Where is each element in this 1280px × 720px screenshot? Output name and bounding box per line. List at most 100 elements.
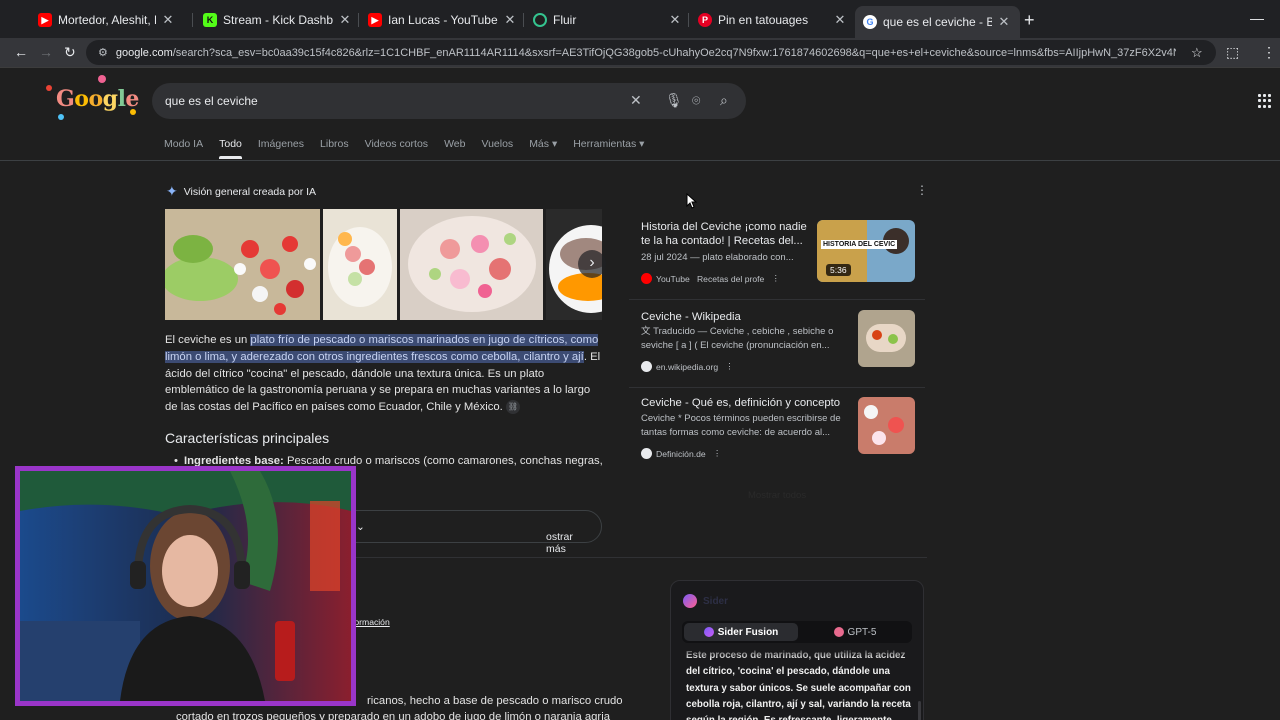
ceviche-image[interactable] xyxy=(323,209,397,320)
tab-sider-fusion[interactable]: Sider Fusion xyxy=(684,623,798,641)
minimize-icon[interactable]: — xyxy=(1250,10,1264,26)
profile-icon[interactable]: ⋮ xyxy=(1262,44,1276,61)
forward-icon[interactable]: → xyxy=(39,44,53,60)
more-options-icon: ⋮ xyxy=(712,448,722,458)
tab-imagenes[interactable]: Imágenes xyxy=(258,138,304,158)
apps-grid-icon[interactable] xyxy=(1258,94,1272,108)
sider-panel: Sider Sider Fusion GPT-5 Este proceso de… xyxy=(670,580,924,720)
browser-tab[interactable]: K Stream - Kick Dashboard ✕ xyxy=(203,8,353,32)
microphone-icon[interactable]: 🎙︎ xyxy=(665,92,683,109)
wikipedia-icon xyxy=(641,361,652,372)
sider-fusion-icon xyxy=(703,627,714,637)
url-text: google.com/search?sca_esv=bc0aa39c15f4c8… xyxy=(115,46,1176,59)
reload-icon[interactable]: ↻ xyxy=(64,44,76,61)
tab-title: Fluir xyxy=(553,13,577,27)
source-card[interactable]: Ceviche - Qué es, definición y concepto … xyxy=(629,388,925,476)
model-switch: Sider Fusion GPT-5 xyxy=(682,621,912,643)
site-info-icon[interactable]: ⚙ xyxy=(98,46,108,59)
browser-tab-active[interactable]: G que es el ceviche - Buscar con G ✕ xyxy=(855,6,1020,38)
browser-tab[interactable]: Fluir ✕ xyxy=(533,8,683,32)
sider-brand: Sider xyxy=(683,594,728,608)
more-options-icon: ⋮ xyxy=(771,273,781,283)
scrollbar[interactable] xyxy=(918,701,921,720)
sider-logo-icon xyxy=(683,594,697,608)
ai-image-carousel xyxy=(165,209,602,320)
tab-herramientas[interactable]: Herramientas ▾ xyxy=(573,138,644,158)
section-heading: Características principales xyxy=(165,430,330,446)
header-divider xyxy=(0,160,1280,161)
tab-mas[interactable]: Más ▾ xyxy=(529,138,557,158)
browser-tab[interactable]: ▶ Ian Lucas - YouTube ✕ xyxy=(368,8,518,32)
pinterest-icon: P xyxy=(698,13,712,27)
browser-tab[interactable]: ▶ Mortedor, Aleshit, LA MAFIA C ✕ xyxy=(38,8,176,32)
browser-tab[interactable]: P Pin en tatouages ✕ xyxy=(698,8,848,32)
back-icon[interactable]: ← xyxy=(14,44,28,60)
webcam-overlay xyxy=(15,466,356,706)
gpt-icon xyxy=(833,627,844,637)
close-icon[interactable]: ✕ xyxy=(160,12,176,28)
more-options-icon[interactable]: ⋮ xyxy=(916,183,928,197)
result-snippet: cortado en trozos pequeños y preparado e… xyxy=(176,711,610,720)
search-input[interactable]: que es el ceviche xyxy=(165,94,258,108)
extensions-icon[interactable]: ⬚ xyxy=(1226,44,1239,61)
clear-icon[interactable]: ✕ xyxy=(630,92,642,109)
source-desc: Ceviche * Pocos términos pueden escribir… xyxy=(641,413,841,438)
mouse-cursor-icon xyxy=(686,193,698,209)
link-icon[interactable]: ⛓ xyxy=(505,400,520,415)
ceviche-image[interactable] xyxy=(165,209,320,320)
tab-web[interactable]: Web xyxy=(444,138,465,158)
source-thumbnail[interactable] xyxy=(858,310,915,367)
show-all-button[interactable]: Mostrar todos xyxy=(748,490,806,501)
tab-modo-ia[interactable]: Modo IA xyxy=(164,138,203,158)
bookmark-star-icon[interactable]: ☆ xyxy=(1191,45,1203,61)
tab-libros[interactable]: Libros xyxy=(320,138,349,158)
kick-icon: K xyxy=(203,13,217,27)
source-desc: ⽂ Traducido — Ceviche , cebiche , sebich… xyxy=(641,326,834,351)
lens-icon[interactable]: ⌾ xyxy=(692,92,700,109)
tab-title: Stream - Kick Dashboard xyxy=(223,13,333,27)
tab-title: Ian Lucas - YouTube xyxy=(388,13,498,27)
search-box[interactable]: que es el ceviche ✕ 🎙︎ ⌾ ⌕ xyxy=(152,83,746,119)
chevron-right-icon[interactable]: › xyxy=(578,250,606,278)
close-icon[interactable]: ✕ xyxy=(667,12,683,28)
ai-overview-text: El ceviche es un plato frío de pescado o… xyxy=(165,334,601,415)
more-info-link[interactable]: formación xyxy=(352,617,390,627)
youtube-icon xyxy=(641,273,652,284)
google-icon: G xyxy=(863,15,877,29)
close-icon[interactable]: ✕ xyxy=(996,14,1012,30)
fluir-icon xyxy=(533,13,547,27)
tab-title: Pin en tatouages xyxy=(718,13,809,27)
search-icon[interactable]: ⌕ xyxy=(720,92,728,109)
tab-gpt5[interactable]: GPT-5 xyxy=(800,623,910,641)
tab-vuelos[interactable]: Vuelos xyxy=(481,138,513,158)
tab-title: Mortedor, Aleshit, LA MAFIA C xyxy=(58,13,156,27)
result-snippet: ricanos, hecho a base de pescado o maris… xyxy=(367,695,623,707)
sparkle-icon: ✦ xyxy=(166,183,178,199)
new-tab-icon[interactable]: + xyxy=(1024,10,1035,31)
close-icon[interactable]: ✕ xyxy=(337,12,353,28)
tab-title: que es el ceviche - Buscar con G xyxy=(883,15,992,29)
address-bar[interactable]: ⚙ google.com/search?sca_esv=bc0aa39c15f4… xyxy=(86,40,1216,65)
tab-todo[interactable]: Todo xyxy=(219,138,242,159)
close-icon[interactable]: ✕ xyxy=(502,12,518,28)
youtube-icon: ▶ xyxy=(38,13,52,27)
source-site: en.wikipedia.org xyxy=(656,361,719,372)
streamer-video xyxy=(20,471,351,701)
source-title[interactable]: Ceviche - Wikipedia xyxy=(641,310,811,324)
definicion-icon xyxy=(641,448,652,459)
browser-toolbar: ← → ↻ ⚙ google.com/search?sca_esv=bc0aa3… xyxy=(0,38,1280,68)
google-doodle-logo[interactable]: Google xyxy=(44,74,140,122)
source-site: YouTube xyxy=(656,273,690,284)
tab-videos-cortos[interactable]: Videos cortos xyxy=(365,138,428,158)
source-site: Definición.de xyxy=(656,448,706,459)
source-title[interactable]: Ceviche - Qué es, definición y concepto xyxy=(641,396,851,410)
source-card[interactable]: Historia del Ceviche ¡como nadie te la h… xyxy=(629,210,925,298)
close-icon[interactable]: ✕ xyxy=(832,12,848,28)
source-thumbnail[interactable] xyxy=(858,397,915,454)
source-desc: 28 jul 2024 — plato elaborado con... xyxy=(641,252,794,263)
ceviche-image[interactable] xyxy=(400,209,543,320)
source-title[interactable]: Historia del Ceviche ¡como nadie te la h… xyxy=(641,220,811,248)
source-card[interactable]: Ceviche - Wikipedia ⽂ Traducido — Cevich… xyxy=(629,300,925,386)
search-tabs: Modo IA Todo Imágenes Libros Videos cort… xyxy=(164,138,660,159)
ai-overview-heading: ✦ Visión general creada por IA xyxy=(166,183,317,199)
